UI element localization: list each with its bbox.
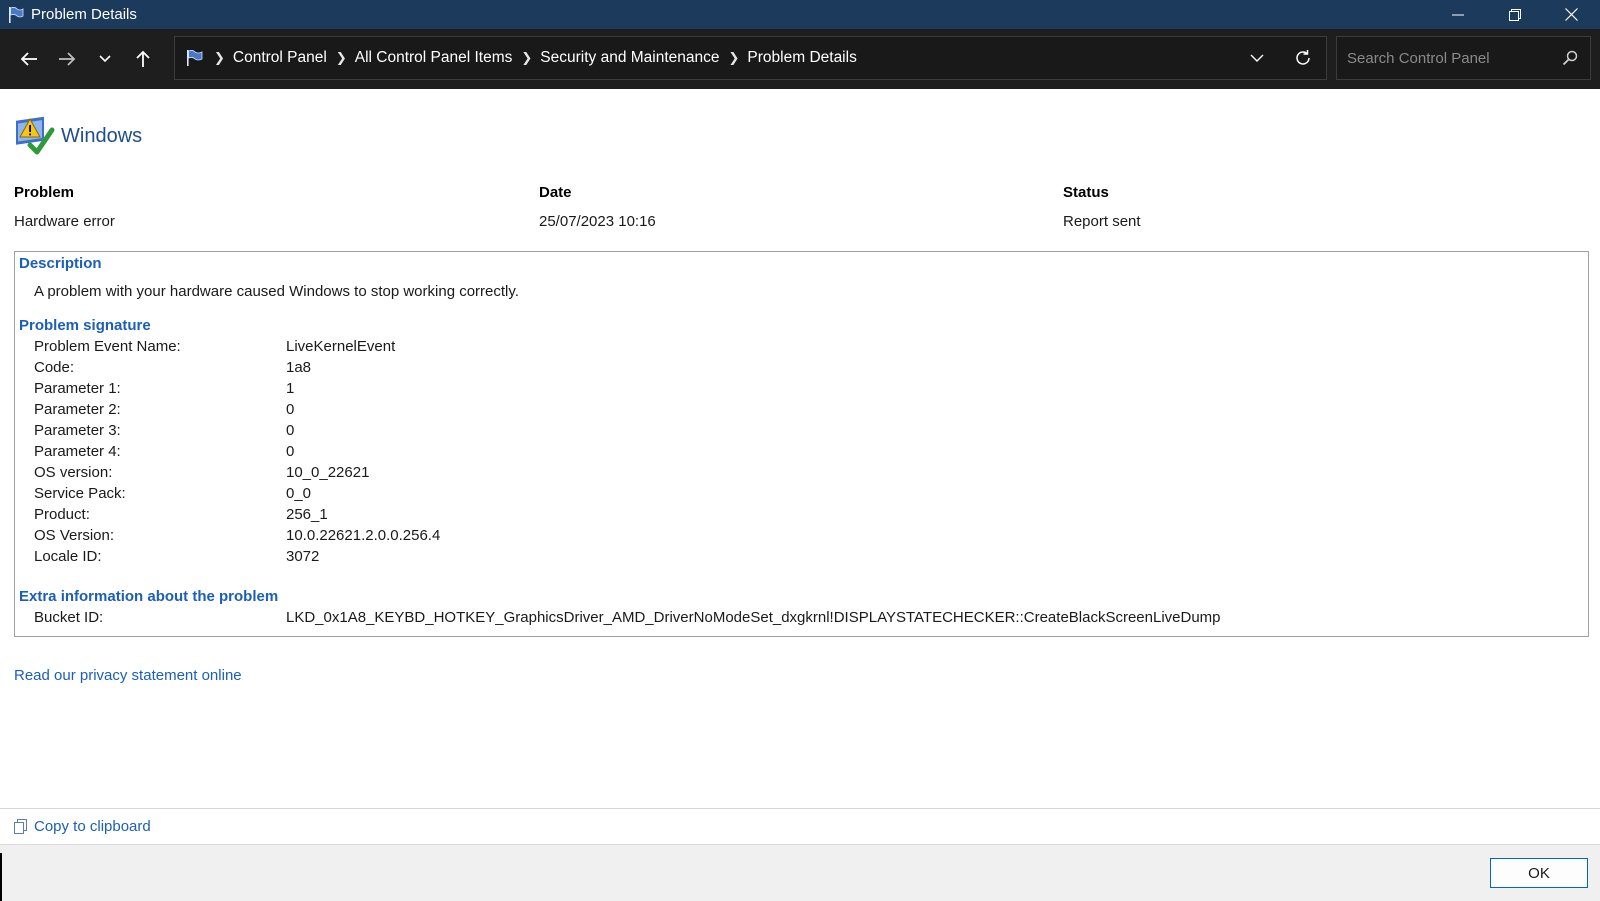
search-icon[interactable] (1562, 50, 1578, 66)
signature-key: Parameter 2: (34, 401, 121, 418)
divider (0, 808, 1600, 809)
signature-key: Parameter 1: (34, 380, 121, 397)
breadcrumb-problem-details[interactable]: Problem Details (747, 49, 856, 67)
up-button[interactable] (124, 39, 162, 79)
privacy-statement-link[interactable]: Read our privacy statement online (14, 667, 242, 684)
chevron-down-icon (1250, 54, 1264, 62)
signature-value: 3072 (286, 548, 320, 565)
breadcrumb-all-items[interactable]: All Control Panel Items (355, 49, 513, 67)
status-header: Status (1063, 184, 1109, 201)
signature-row: Locale ID: 3072 (34, 548, 1534, 569)
restore-button[interactable] (1486, 0, 1543, 29)
window-controls (1429, 0, 1600, 29)
signature-value: 10.0.22621.2.0.0.256.4 (286, 527, 441, 544)
signature-key: Problem Event Name: (34, 338, 181, 355)
signature-row: Service Pack: 0_0 (34, 485, 1534, 506)
windows-warning-icon (14, 115, 56, 157)
signature-row: OS Version: 10.0.22621.2.0.0.256.4 (34, 527, 1534, 548)
date-header: Date (539, 184, 572, 201)
signature-key: Product: (34, 506, 90, 523)
close-icon (1565, 8, 1578, 21)
app-header: Windows (14, 115, 142, 157)
refresh-button[interactable] (1280, 37, 1326, 79)
close-button[interactable] (1543, 0, 1600, 29)
minimize-icon (1451, 14, 1464, 15)
restore-icon (1508, 8, 1521, 21)
problem-header: Problem (14, 184, 75, 201)
back-button[interactable] (10, 39, 48, 79)
signature-row: Code: 1a8 (34, 359, 1534, 380)
signature-title: Problem signature (19, 317, 151, 334)
details-panel: Description A problem with your hardware… (14, 251, 1589, 637)
forward-button[interactable] (48, 39, 86, 79)
signature-value: 0_0 (286, 485, 312, 502)
search-box[interactable] (1336, 36, 1591, 80)
signature-value: 1a8 (286, 359, 312, 376)
flag-icon (185, 48, 205, 68)
copy-icon (14, 818, 28, 835)
description-title: Description (19, 255, 102, 272)
signature-value: 10_0_22621 (286, 464, 370, 481)
chevron-right-icon: ❯ (728, 50, 740, 65)
ok-button[interactable]: OK (1490, 858, 1588, 888)
signature-key: Service Pack: (34, 485, 126, 502)
address-bar[interactable]: ❯ Control Panel ❯ All Control Panel Item… (174, 36, 1327, 80)
description-text: A problem with your hardware caused Wind… (34, 283, 519, 300)
minimize-button[interactable] (1429, 0, 1486, 29)
signature-row: Product: 256_1 (34, 506, 1534, 527)
extra-info-row: Bucket ID: LKD_0x1A8_KEYBD_HOTKEY_Graphi… (34, 609, 1534, 630)
app-name: Windows (61, 124, 143, 147)
status-value: Report sent (1063, 213, 1141, 230)
chevron-right-icon: ❯ (521, 50, 533, 65)
breadcrumb-security-maintenance[interactable]: Security and Maintenance (540, 49, 719, 67)
extra-info-value: LKD_0x1A8_KEYBD_HOTKEY_GraphicsDriver_AM… (286, 609, 1221, 626)
chevron-right-icon: ❯ (335, 50, 347, 65)
chevron-right-icon: ❯ (214, 50, 225, 65)
signature-row: Problem Event Name: LiveKernelEvent (34, 338, 1534, 359)
copy-to-clipboard-label[interactable]: Copy to clipboard (34, 818, 151, 835)
signature-row: OS version: 10_0_22621 (34, 464, 1534, 485)
signature-value: 256_1 (286, 506, 328, 523)
signature-row: Parameter 1: 1 (34, 380, 1534, 401)
address-history-button[interactable] (1234, 37, 1280, 79)
signature-key: OS Version: (34, 527, 115, 544)
navigation-bar: ❯ Control Panel ❯ All Control Panel Item… (0, 29, 1600, 89)
up-arrow-icon (136, 50, 150, 67)
copy-to-clipboard-link[interactable]: Copy to clipboard (14, 818, 151, 835)
signature-key: OS version: (34, 464, 113, 481)
window-title: Problem Details (31, 6, 137, 23)
signature-value: LiveKernelEvent (286, 338, 396, 355)
breadcrumb-control-panel[interactable]: Control Panel (233, 49, 327, 67)
back-arrow-icon (20, 52, 37, 66)
title-bar: Problem Details (0, 0, 1600, 29)
signature-row: Parameter 4: 0 (34, 443, 1534, 464)
signature-key: Parameter 3: (34, 422, 121, 439)
chevron-down-icon (99, 55, 111, 63)
signature-row: Parameter 3: 0 (34, 422, 1534, 443)
search-input[interactable] (1345, 48, 1549, 68)
signature-key: Parameter 4: (34, 443, 121, 460)
forward-arrow-icon (59, 52, 76, 66)
signature-row: Parameter 2: 0 (34, 401, 1534, 422)
problem-value: Hardware error (14, 213, 115, 230)
signature-value: 0 (286, 401, 295, 418)
extra-info-title: Extra information about the problem (19, 588, 279, 605)
signature-value: 0 (286, 422, 295, 439)
signature-key: Locale ID: (34, 548, 102, 565)
signature-key: Code: (34, 359, 75, 376)
signature-value: 1 (286, 380, 295, 397)
content-area: Windows Problem Date Status Hardware err… (0, 89, 1600, 809)
recent-locations-button[interactable] (86, 39, 124, 79)
refresh-icon (1296, 50, 1310, 65)
signature-value: 0 (286, 443, 295, 460)
dialog-footer: OK (0, 844, 1600, 901)
extra-info-key: Bucket ID: (34, 609, 104, 626)
date-value: 25/07/2023 10:16 (539, 213, 656, 230)
flag-icon (6, 5, 26, 25)
window-edge (0, 853, 2, 901)
